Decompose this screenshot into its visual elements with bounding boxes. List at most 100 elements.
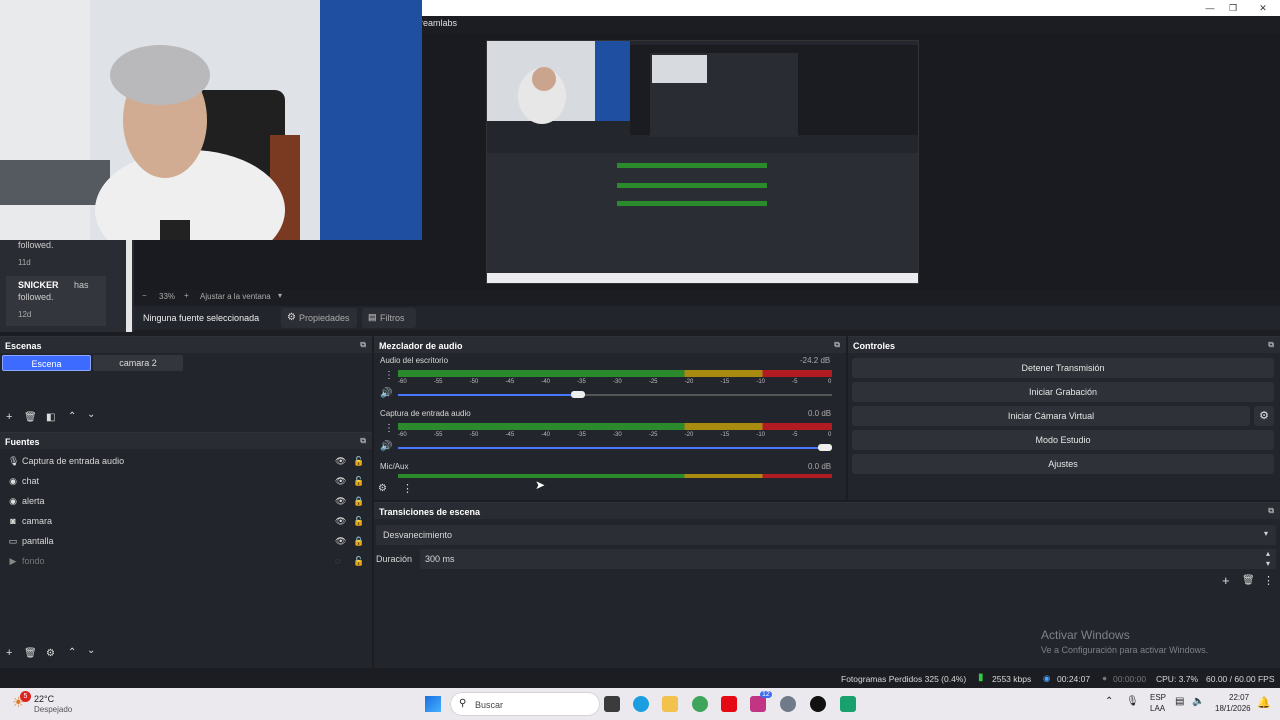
netflix-icon[interactable] (721, 696, 737, 712)
gear-icon[interactable]: ⚙ (1254, 406, 1274, 426)
stream-icon: ◉ (1043, 673, 1051, 683)
trash-icon[interactable]: 🗑 (24, 648, 37, 659)
volume-knob[interactable] (818, 444, 832, 451)
eye-icon[interactable]: 👁 (335, 511, 346, 531)
arrow-up-icon[interactable]: ⌃ (68, 411, 76, 422)
link-gear-icon[interactable]: ⚙ (378, 483, 387, 494)
speaker-icon[interactable]: 🔊 (380, 388, 392, 399)
virtual-camera-button[interactable]: Iniciar Cámara Virtual (852, 406, 1250, 426)
fit-window-label[interactable]: Ajustar a la ventana (200, 292, 271, 301)
stream-preview-canvas[interactable] (486, 40, 919, 284)
source-item-captura-audio[interactable]: 🎙 Captura de entrada audio 👁 🔓 (0, 451, 370, 471)
scene-item-escena[interactable]: Escena (2, 355, 91, 371)
popout-icon[interactable]: ⧉ (360, 436, 366, 446)
arrow-down-icon[interactable]: ⌄ (87, 409, 95, 420)
properties-button[interactable]: ⚙ Propiedades (281, 308, 357, 328)
source-item-chat[interactable]: ◉ chat 👁 🔓 (0, 471, 370, 491)
eye-icon[interactable]: 👁 (335, 451, 346, 471)
lang-layout[interactable]: LAA (1150, 704, 1165, 713)
popout-icon[interactable]: ⧉ (834, 340, 840, 350)
spin-down-icon[interactable]: ▾ (1266, 559, 1270, 568)
eye-hidden-icon[interactable]: ◌ (335, 551, 340, 571)
task-view-icon[interactable] (604, 696, 620, 712)
popout-icon[interactable]: ⧉ (1268, 506, 1274, 516)
meter-tick-label: -25 (648, 432, 658, 438)
popout-icon[interactable]: ⧉ (360, 340, 366, 350)
meter-tick-label: -45 (505, 379, 515, 385)
obs-icon[interactable] (810, 696, 826, 712)
windows-start-icon[interactable] (425, 696, 441, 712)
add-scene-icon[interactable]: + (6, 411, 12, 423)
transition-select[interactable]: Desvanecimiento ▾ (376, 525, 1276, 545)
lock-icon[interactable]: 🔓 (353, 551, 364, 571)
speaker-icon[interactable]: 🔊 (380, 441, 392, 452)
chevron-up-icon[interactable]: ⌃ (1105, 696, 1113, 707)
studio-mode-button[interactable]: Modo Estudio (852, 430, 1274, 450)
kebab-menu-icon[interactable]: ⋮ (402, 482, 413, 495)
volume-knob[interactable] (570, 391, 585, 398)
source-label: fondo (22, 556, 45, 566)
lock-icon[interactable]: 🔓 (353, 511, 364, 531)
app-icon[interactable] (840, 696, 856, 712)
source-item-camara[interactable]: ◙ camara 👁 🔓 (0, 511, 370, 531)
lang-code[interactable]: ESP (1150, 693, 1166, 702)
filters-button[interactable]: ▤ Filtros (362, 308, 416, 328)
source-item-pantalla[interactable]: ▭ pantalla 👁 🔒 (0, 531, 370, 551)
close-button[interactable]: ✕ (1248, 0, 1278, 16)
source-item-fondo[interactable]: ▶ fondo ◌ 🔓 (0, 551, 370, 571)
arrow-up-icon[interactable]: ⌃ (68, 647, 76, 658)
lock-icon[interactable]: 🔒 (353, 491, 364, 511)
lock-icon[interactable]: 🔓 (353, 451, 364, 471)
search-icon: ⚲ (459, 698, 467, 709)
volume-icon[interactable]: 🔈 (1192, 696, 1204, 707)
scene-item-camara-2[interactable]: camara 2 (93, 355, 183, 371)
channel-db: 0.0 dB (808, 409, 832, 418)
maximize-button[interactable]: ❐ (1218, 0, 1248, 16)
properties-label: Propiedades (299, 313, 350, 323)
meter-tick-label: -55 (433, 432, 443, 438)
arrow-down-icon[interactable]: ⌄ (87, 645, 95, 656)
taskbar-search[interactable]: ⚲ Buscar (450, 692, 600, 716)
network-icon[interactable]: ▤ (1175, 696, 1184, 707)
volume-slider[interactable] (398, 444, 832, 451)
add-transition-icon[interactable]: + (1222, 573, 1230, 588)
start-recording-button[interactable]: Iniciar Grabación (852, 382, 1274, 402)
duration-input[interactable]: 300 ms ▴ ▾ (420, 549, 1276, 569)
channel-name: Audio del escritorio (380, 356, 449, 365)
zoom-in-button[interactable]: + (184, 291, 189, 300)
stop-stream-button[interactable]: Detener Transmisión (852, 358, 1274, 378)
trash-icon[interactable]: 🗑 (1242, 575, 1255, 586)
zoom-dropdown-caret[interactable]: ▾ (278, 291, 282, 300)
volume-slider[interactable] (398, 391, 832, 398)
notification-icon[interactable]: 🔔 (1257, 696, 1271, 709)
sources-panel: Fuentes ⧉ 🎙 Captura de entrada audio 👁 🔓 ◉ ch… (0, 432, 372, 668)
mic-icon[interactable]: 🎙 (1126, 696, 1139, 707)
meter-tick-label: -40 (541, 379, 550, 385)
source-item-alerta[interactable]: ◉ alerta 👁 🔒 (0, 491, 370, 511)
filter-icon[interactable]: ◧ (46, 412, 55, 423)
file-explorer-icon[interactable] (662, 696, 678, 712)
eye-icon[interactable]: 👁 (335, 531, 346, 551)
add-source-icon[interactable]: + (6, 647, 12, 659)
lock-icon[interactable]: 🔒 (353, 531, 364, 551)
edge-icon[interactable] (633, 696, 649, 712)
settings-button[interactable]: Ajustes (852, 454, 1274, 474)
kebab-menu-icon[interactable]: ⋮ (384, 370, 394, 381)
eye-icon[interactable]: 👁 (335, 471, 346, 491)
trash-icon[interactable]: 🗑 (24, 412, 37, 423)
lock-icon[interactable]: 🔓 (353, 471, 364, 491)
zoom-out-button[interactable]: − (142, 291, 147, 300)
settings-icon[interactable] (780, 696, 796, 712)
spin-up-icon[interactable]: ▴ (1266, 549, 1270, 558)
gear-icon[interactable]: ⚙ (46, 648, 55, 659)
chat-time: 12d (18, 310, 32, 319)
mixer-header: Mezclador de audio ⧉ (374, 337, 846, 353)
eye-icon[interactable]: 👁 (335, 491, 346, 511)
kebab-menu-icon[interactable]: ⋮ (1263, 574, 1274, 587)
chat-scrollbar[interactable] (126, 240, 132, 332)
chrome-icon[interactable] (692, 696, 708, 712)
popout-icon[interactable]: ⧉ (1268, 340, 1274, 350)
kebab-menu-icon[interactable]: ⋮ (384, 423, 394, 434)
transitions-panel: Transiciones de escena ⧉ Desvanecimiento … (374, 502, 1280, 668)
instagram-icon[interactable] (750, 696, 766, 712)
